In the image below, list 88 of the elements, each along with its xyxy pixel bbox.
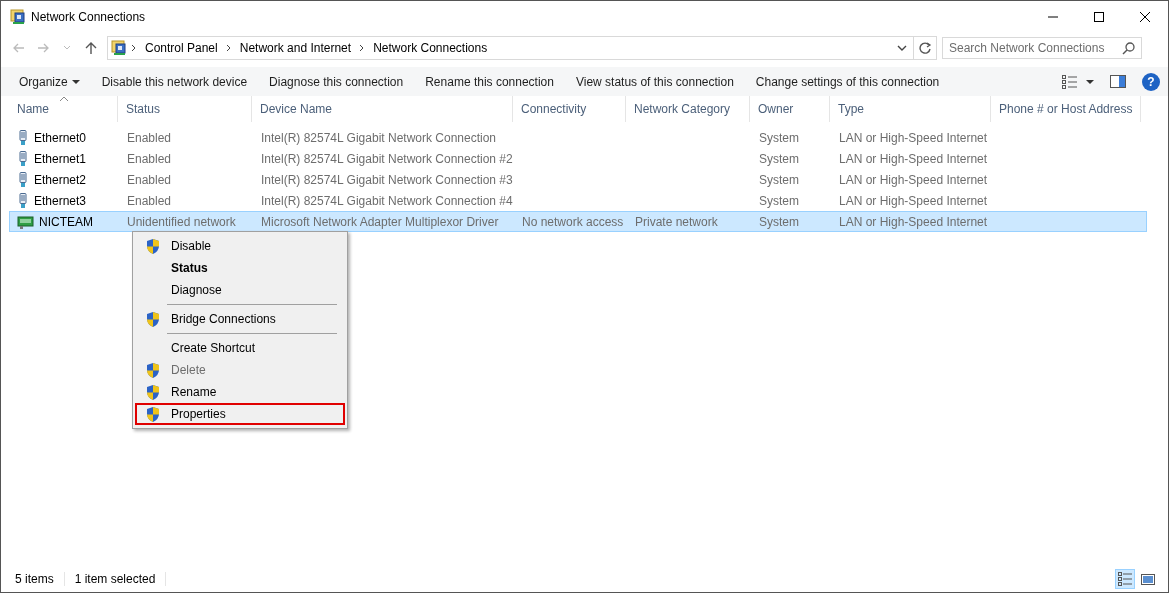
menu-item[interactable]: Bridge Connections [135, 308, 345, 330]
table-row[interactable]: Ethernet0 Enabled Intel(R) 82574L Gigabit Network Connection System LAN or High-Speed Internet [9, 127, 1147, 148]
menu-item[interactable]: Properties [135, 403, 345, 425]
address-bar[interactable]: Control Panel Network and Internet Network Connections [107, 36, 937, 60]
network-folder-icon [10, 8, 26, 25]
caret-icon[interactable] [1086, 79, 1094, 84]
table-cell-text: Intel(R) 82574L Gigabit Network Connection [260, 130, 497, 145]
column-header[interactable]: Phone # or Host Address [991, 96, 1141, 122]
column-header[interactable]: Device Name [252, 96, 513, 122]
command-button[interactable]: Rename this connection [417, 74, 562, 89]
network-plug-icon [17, 150, 29, 167]
details-view-button[interactable] [1115, 569, 1135, 589]
command-button[interactable]: Disable this network device [93, 74, 256, 89]
column-header[interactable]: Connectivity [513, 96, 626, 122]
menu-item[interactable]: Create Shortcut [135, 337, 345, 359]
column-header[interactable]: Owner [750, 96, 830, 122]
network-plug-icon [17, 192, 29, 209]
table-cell-text: Enabled [126, 172, 173, 187]
dropdown-icon[interactable] [897, 44, 907, 52]
breadcrumb-item[interactable]: Network and Internet [235, 41, 356, 55]
connection-name: Ethernet3 [34, 193, 87, 208]
column-header[interactable]: Type [830, 96, 991, 122]
search-icon [1122, 42, 1135, 55]
table-cell-text: System [758, 214, 800, 229]
table-cell-text: Unidentified network [126, 214, 237, 229]
table-cell-text: Intel(R) 82574L Gigabit Network Connection #2 [260, 151, 514, 166]
maximize-icon[interactable] [1094, 11, 1104, 22]
connection-name: Ethernet0 [34, 130, 87, 145]
table-cell-text: Enabled [126, 151, 173, 166]
window-title: Network Connections [31, 9, 147, 24]
view-options-icon[interactable] [1062, 74, 1078, 89]
refresh-icon[interactable] [918, 41, 932, 55]
column-header[interactable]: Name [9, 96, 118, 122]
breadcrumb-item[interactable]: Control Panel [141, 41, 222, 55]
table-cell-text: LAN or High-Speed Internet [838, 151, 989, 166]
table-cell-text: Enabled [126, 130, 173, 145]
table-cell-text: No network access [521, 214, 625, 229]
table-cell-text: LAN or High-Speed Internet [838, 214, 989, 229]
table-cell-text: LAN or High-Speed Internet [838, 193, 989, 208]
table-cell-text: System [758, 151, 800, 166]
column-header[interactable]: Network Category [626, 96, 750, 122]
shield-icon [145, 237, 161, 255]
table-cell-text: Intel(R) 82574L Gigabit Network Connection #4 [260, 193, 514, 208]
menu-item[interactable]: Disable [135, 235, 345, 257]
menu-item[interactable]: Diagnose [135, 279, 345, 301]
menu-item[interactable]: Rename [135, 381, 345, 403]
command-button[interactable]: Change settings of this connection [747, 74, 948, 89]
table-cell-text: LAN or High-Speed Internet [838, 172, 989, 187]
table-row[interactable]: NICTEAM Unidentified network Microsoft Network Adapter Multiplexor Driver No network access Private network System LAN or High-Speed Internet [9, 211, 1147, 232]
table-cell-text: Private network [634, 214, 719, 229]
up-arrow-icon[interactable] [84, 41, 98, 55]
shield-icon [145, 310, 161, 328]
shield-icon [145, 361, 161, 379]
organize-menu-button[interactable]: Organize [11, 74, 88, 89]
table-cell-text: Enabled [126, 193, 173, 208]
table-cell-text: System [758, 130, 800, 145]
table-row[interactable]: Ethernet3 Enabled Intel(R) 82574L Gigabit Network Connection #4 System LAN or High-Speed Internet [9, 190, 1147, 211]
breadcrumb-item[interactable]: Network Connections [369, 41, 492, 55]
shield-icon [145, 405, 161, 423]
chevron-icon [131, 44, 137, 52]
menu-item[interactable]: Status [135, 257, 345, 279]
status-text: 5 items [15, 572, 65, 586]
chevron-icon [225, 44, 232, 52]
table-row[interactable]: Ethernet1 Enabled Intel(R) 82574L Gigabit Network Connection #2 System LAN or High-Speed Internet [9, 148, 1147, 169]
network-folder-icon [111, 40, 127, 56]
table-cell-text: System [758, 193, 800, 208]
connection-name: Ethernet2 [34, 172, 87, 187]
network-adapter-icon [17, 213, 34, 230]
shield-icon [145, 383, 161, 401]
close-icon[interactable] [1140, 11, 1150, 22]
search-field[interactable]: Search Network Connections [942, 37, 1142, 59]
table-cell-text: LAN or High-Speed Internet [838, 130, 989, 145]
preview-pane-icon[interactable] [1110, 75, 1126, 88]
network-plug-icon [17, 129, 29, 146]
command-button[interactable]: View status of this connection [567, 74, 742, 89]
table-cell-text: System [758, 172, 800, 187]
status-text: 1 item selected [74, 572, 167, 586]
help-button[interactable]: ? [1142, 72, 1160, 91]
caret-icon [71, 79, 80, 84]
connection-name: NICTEAM [39, 214, 93, 229]
chevron-icon [359, 44, 366, 52]
column-header[interactable]: Status [118, 96, 252, 122]
connection-name: Ethernet1 [34, 151, 87, 166]
command-button[interactable]: Diagnose this connection [261, 74, 412, 89]
table-cell-text: Intel(R) 82574L Gigabit Network Connection #3 [260, 172, 514, 187]
network-plug-icon [17, 171, 29, 188]
table-row[interactable]: Ethernet2 Enabled Intel(R) 82574L Gigabit Network Connection #3 System LAN or High-Speed Internet [9, 169, 1147, 190]
table-cell-text: Microsoft Network Adapter Multiplexor Driver [260, 214, 500, 229]
